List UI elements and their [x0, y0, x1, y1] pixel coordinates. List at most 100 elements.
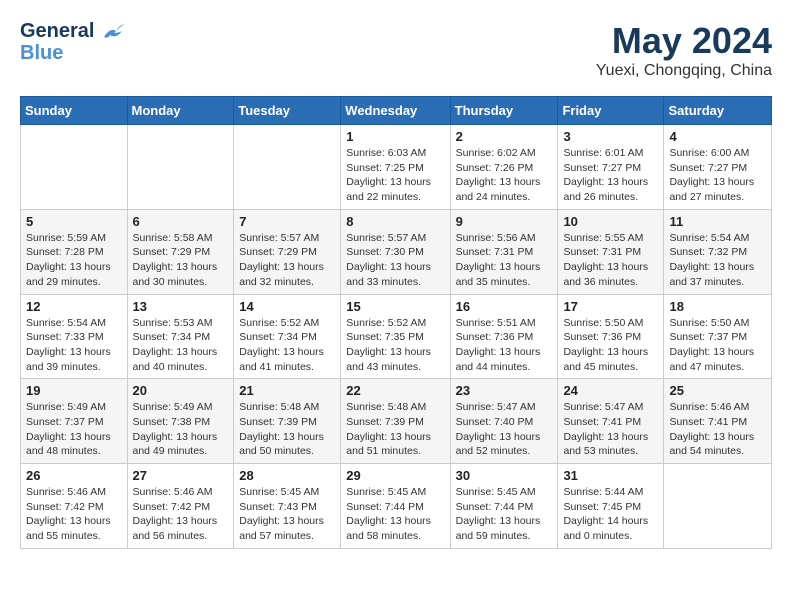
calendar-empty-cell: [127, 125, 234, 210]
day-info: Sunrise: 5:58 AMSunset: 7:29 PMDaylight:…: [133, 231, 229, 290]
day-number: 18: [669, 299, 766, 314]
calendar-day-cell: 8 Sunrise: 5:57 AMSunset: 7:30 PMDaylight…: [341, 209, 450, 294]
day-number: 6: [133, 214, 229, 229]
day-number: 7: [239, 214, 335, 229]
day-info: Sunrise: 5:46 AMSunset: 7:42 PMDaylight:…: [133, 485, 229, 544]
day-number: 5: [26, 214, 122, 229]
day-number: 26: [26, 468, 122, 483]
calendar-week-row: 26 Sunrise: 5:46 AMSunset: 7:42 PMDayligh…: [21, 464, 772, 549]
day-number: 13: [133, 299, 229, 314]
day-info: Sunrise: 5:49 AMSunset: 7:38 PMDaylight:…: [133, 400, 229, 459]
calendar-day-cell: 2 Sunrise: 6:02 AMSunset: 7:26 PMDaylight…: [450, 125, 558, 210]
calendar-day-cell: 9Sunrise: 5:56 AMSunset: 7:31 PMDaylight…: [450, 209, 558, 294]
title-area: May 2024 Yuexi, Chongqing, China: [596, 20, 772, 80]
day-number: 23: [456, 383, 553, 398]
weekday-header: Saturday: [664, 97, 772, 125]
calendar-day-cell: 27 Sunrise: 5:46 AMSunset: 7:42 PMDayligh…: [127, 464, 234, 549]
day-number: 25: [669, 383, 766, 398]
day-number: 11: [669, 214, 766, 229]
day-info: Sunrise: 5:50 AMSunset: 7:37 PMDaylight:…: [669, 316, 766, 375]
logo-bird-icon: [102, 23, 124, 41]
calendar-day-cell: 24 Sunrise: 5:47 AMSunset: 7:41 PMDayligh…: [558, 379, 664, 464]
day-number: 15: [346, 299, 444, 314]
day-number: 22: [346, 383, 444, 398]
day-number: 21: [239, 383, 335, 398]
day-info: Sunrise: 5:48 AMSunset: 7:39 PMDaylight:…: [239, 400, 335, 459]
calendar-week-row: 5 Sunrise: 5:59 AMSunset: 7:28 PMDaylight…: [21, 209, 772, 294]
weekday-header: Thursday: [450, 97, 558, 125]
calendar-empty-cell: [21, 125, 128, 210]
day-number: 29: [346, 468, 444, 483]
day-number: 3: [563, 129, 658, 144]
calendar-day-cell: 23 Sunrise: 5:47 AMSunset: 7:40 PMDayligh…: [450, 379, 558, 464]
day-number: 2: [456, 129, 553, 144]
logo: General Blue: [20, 20, 124, 64]
day-info: Sunrise: 5:51 AMSunset: 7:36 PMDaylight:…: [456, 316, 553, 375]
calendar-day-cell: 1Sunrise: 6:03 AMSunset: 7:25 PMDaylight…: [341, 125, 450, 210]
day-info: Sunrise: 6:01 AMSunset: 7:27 PMDaylight:…: [563, 146, 658, 205]
calendar-empty-cell: [234, 125, 341, 210]
calendar-empty-cell: [664, 464, 772, 549]
calendar-day-cell: 25Sunrise: 5:46 AMSunset: 7:41 PMDayligh…: [664, 379, 772, 464]
day-info: Sunrise: 5:45 AMSunset: 7:44 PMDaylight:…: [346, 485, 444, 544]
day-info: Sunrise: 5:45 AMSunset: 7:43 PMDaylight:…: [239, 485, 335, 544]
day-info: Sunrise: 6:02 AMSunset: 7:26 PMDaylight:…: [456, 146, 553, 205]
calendar-day-cell: 6 Sunrise: 5:58 AMSunset: 7:29 PMDaylight…: [127, 209, 234, 294]
page-header: General Blue May 2024 Yuexi, Chongqing, …: [20, 20, 772, 80]
calendar-table: SundayMondayTuesdayWednesdayThursdayFrid…: [20, 96, 772, 549]
calendar-day-cell: 17Sunrise: 5:50 AMSunset: 7:36 PMDayligh…: [558, 294, 664, 379]
calendar-day-cell: 4Sunrise: 6:00 AMSunset: 7:27 PMDaylight…: [664, 125, 772, 210]
day-info: Sunrise: 5:48 AMSunset: 7:39 PMDaylight:…: [346, 400, 444, 459]
day-info: Sunrise: 5:57 AMSunset: 7:29 PMDaylight:…: [239, 231, 335, 290]
calendar-day-cell: 12Sunrise: 5:54 AMSunset: 7:33 PMDayligh…: [21, 294, 128, 379]
day-info: Sunrise: 6:03 AMSunset: 7:25 PMDaylight:…: [346, 146, 444, 205]
day-number: 9: [456, 214, 553, 229]
weekday-header: Sunday: [21, 97, 128, 125]
calendar-day-cell: 18 Sunrise: 5:50 AMSunset: 7:37 PMDayligh…: [664, 294, 772, 379]
day-number: 17: [563, 299, 658, 314]
day-info: Sunrise: 5:52 AMSunset: 7:35 PMDaylight:…: [346, 316, 444, 375]
day-info: Sunrise: 5:53 AMSunset: 7:34 PMDaylight:…: [133, 316, 229, 375]
calendar-day-cell: 5 Sunrise: 5:59 AMSunset: 7:28 PMDaylight…: [21, 209, 128, 294]
day-info: Sunrise: 5:44 AMSunset: 7:45 PMDaylight:…: [563, 485, 658, 544]
calendar-day-cell: 10 Sunrise: 5:55 AMSunset: 7:31 PMDayligh…: [558, 209, 664, 294]
day-number: 12: [26, 299, 122, 314]
calendar-day-cell: 26Sunrise: 5:46 AMSunset: 7:42 PMDayligh…: [21, 464, 128, 549]
month-title: May 2024: [596, 20, 772, 62]
day-number: 31: [563, 468, 658, 483]
location-subtitle: Yuexi, Chongqing, China: [596, 62, 772, 80]
day-info: Sunrise: 5:55 AMSunset: 7:31 PMDaylight:…: [563, 231, 658, 290]
calendar-week-row: 19Sunrise: 5:49 AMSunset: 7:37 PMDayligh…: [21, 379, 772, 464]
calendar-day-cell: 3 Sunrise: 6:01 AMSunset: 7:27 PMDaylight…: [558, 125, 664, 210]
day-number: 20: [133, 383, 229, 398]
day-info: Sunrise: 5:47 AMSunset: 7:41 PMDaylight:…: [563, 400, 658, 459]
calendar-day-cell: 20 Sunrise: 5:49 AMSunset: 7:38 PMDayligh…: [127, 379, 234, 464]
day-number: 24: [563, 383, 658, 398]
weekday-header: Friday: [558, 97, 664, 125]
day-number: 10: [563, 214, 658, 229]
day-number: 27: [133, 468, 229, 483]
calendar-week-row: 12Sunrise: 5:54 AMSunset: 7:33 PMDayligh…: [21, 294, 772, 379]
calendar-day-cell: 15 Sunrise: 5:52 AMSunset: 7:35 PMDayligh…: [341, 294, 450, 379]
day-number: 14: [239, 299, 335, 314]
calendar-day-cell: 31 Sunrise: 5:44 AMSunset: 7:45 PMDayligh…: [558, 464, 664, 549]
day-info: Sunrise: 5:59 AMSunset: 7:28 PMDaylight:…: [26, 231, 122, 290]
day-info: Sunrise: 5:52 AMSunset: 7:34 PMDaylight:…: [239, 316, 335, 375]
logo-text: General: [20, 20, 124, 42]
day-number: 16: [456, 299, 553, 314]
weekday-header: Monday: [127, 97, 234, 125]
day-info: Sunrise: 5:47 AMSunset: 7:40 PMDaylight:…: [456, 400, 553, 459]
day-number: 8: [346, 214, 444, 229]
calendar-day-cell: 30Sunrise: 5:45 AMSunset: 7:44 PMDayligh…: [450, 464, 558, 549]
day-info: Sunrise: 5:57 AMSunset: 7:30 PMDaylight:…: [346, 231, 444, 290]
calendar-day-cell: 21 Sunrise: 5:48 AMSunset: 7:39 PMDayligh…: [234, 379, 341, 464]
calendar-day-cell: 7 Sunrise: 5:57 AMSunset: 7:29 PMDaylight…: [234, 209, 341, 294]
calendar-day-cell: 22 Sunrise: 5:48 AMSunset: 7:39 PMDayligh…: [341, 379, 450, 464]
day-info: Sunrise: 5:49 AMSunset: 7:37 PMDaylight:…: [26, 400, 122, 459]
day-info: Sunrise: 5:45 AMSunset: 7:44 PMDaylight:…: [456, 485, 553, 544]
day-number: 28: [239, 468, 335, 483]
calendar-week-row: 1Sunrise: 6:03 AMSunset: 7:25 PMDaylight…: [21, 125, 772, 210]
day-info: Sunrise: 5:54 AMSunset: 7:32 PMDaylight:…: [669, 231, 766, 290]
calendar-day-cell: 11 Sunrise: 5:54 AMSunset: 7:32 PMDayligh…: [664, 209, 772, 294]
calendar-day-cell: 13 Sunrise: 5:53 AMSunset: 7:34 PMDayligh…: [127, 294, 234, 379]
